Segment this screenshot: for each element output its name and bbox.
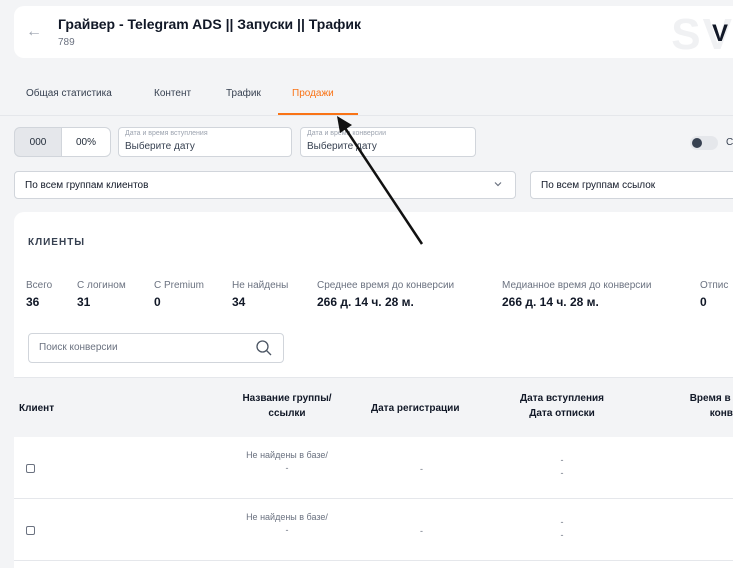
join-date-value: Выберите дату [125,141,195,152]
client-groups-select[interactable]: По всем группам клиентов [14,171,516,199]
col-channel-time[interactable]: Время в кан конверс [660,391,733,421]
table-row[interactable]: Не найдены в базе/ - - - - [14,499,733,561]
stat-label: С Premium [154,280,205,291]
segment-count-button[interactable]: 000 [14,127,62,157]
filter-toggle[interactable] [690,136,718,150]
col-group-line1: Название группы/ [242,393,332,404]
row-group: Не найдены в базе/ - [242,511,332,537]
col-client[interactable]: Клиент [19,401,54,416]
stat-label: Не найдены [232,280,289,291]
segment-percent-button[interactable]: 00% [61,127,111,157]
stat-label: С логином [77,280,126,291]
stat-value: 34 [232,295,246,309]
clients-title: КЛИЕНТЫ [28,237,86,248]
stat-value: 266 д. 14 ч. 28 м. [502,295,599,309]
row-checkbox[interactable] [26,526,35,535]
stat-value: 0 [700,295,707,309]
tab-bar: Общая статистика Контент Трафик Продажи [0,58,733,116]
join-date-label: Дата и время вступления [125,130,208,137]
stat-label: Всего [26,280,53,291]
stat-median-conversion-time: Медианное время до конверсии 266 д. 14 ч… [502,280,651,309]
active-tab-indicator [278,113,358,115]
join-date-picker[interactable]: Дата и время вступления Выберите дату [118,127,292,157]
col-time-line2: конверс [709,408,733,419]
stat-with-login: С логином 31 [77,280,126,309]
tab-general-stats[interactable]: Общая статистика [26,88,112,99]
toggle-label: С [726,137,733,148]
row-join: - [560,455,564,465]
client-groups-value: По всем группам клиентов [25,180,149,191]
clients-card: КЛИЕНТЫ Всего 36 С логином 31 С Premium … [14,212,733,568]
col-join-line1: Дата вступления [520,393,604,404]
conversion-date-picker[interactable]: Дата и время конверсии Выберите дату [300,127,476,157]
stat-value: 31 [77,295,91,309]
col-registration-date[interactable]: Дата регистрации [371,401,459,416]
col-time-line1: Время в кан [689,393,733,404]
page-subtitle: 789 [58,37,75,48]
row-leave: - [560,468,564,478]
page-title: Грайвер - Telegram ADS || Запуски || Тра… [58,16,361,32]
stat-label: Среднее время до конверсии [317,280,455,291]
row-group-line1: Не найдены в базе/ [246,512,328,522]
link-groups-value: По всем группам ссылок [541,180,656,191]
conversion-search-input[interactable] [39,342,239,353]
stat-value: 36 [26,295,40,309]
stat-unsubscribed: Отпис 0 [700,280,728,309]
col-group-line2: ссылки [268,408,306,419]
row-join-leave: - - [514,454,610,480]
stat-value: 266 д. 14 ч. 28 м. [317,295,414,309]
row-checkbox[interactable] [26,464,35,473]
row-join: - [560,517,564,527]
col-group[interactable]: Название группы/ ссылки [242,391,332,421]
row-group-line2: - [285,525,289,535]
toggle-knob [692,138,702,148]
link-groups-select[interactable]: По всем группам ссылок [530,171,733,199]
back-arrow-icon[interactable]: ← [26,23,42,41]
page-header: ← Грайвер - Telegram ADS || Запуски || Т… [14,6,733,59]
conversion-search[interactable] [28,333,284,363]
table-header: Клиент Название группы/ ссылки Дата реги… [14,377,733,437]
tab-traffic[interactable]: Трафик [226,88,261,99]
stat-label: Отпис [700,280,729,291]
conversion-date-value: Выберите дату [307,141,377,152]
stat-label: Медианное время до конверсии [502,280,652,291]
stat-premium: С Premium 0 [154,280,204,309]
row-join-leave: - - [514,516,610,542]
col-join-line2: Дата отписки [529,408,595,419]
row-reg-date: - [420,526,423,536]
row-group-line1: Не найдены в базе/ [246,450,328,460]
row-group-line2: - [285,463,289,473]
tab-sales[interactable]: Продажи [292,88,334,99]
stat-not-found: Не найдены 34 [232,280,288,309]
row-group: Не найдены в базе/ - [242,449,332,475]
stat-value: 0 [154,295,161,309]
stat-total: Всего 36 [26,280,52,309]
search-icon[interactable] [255,339,273,362]
tab-content[interactable]: Контент [154,88,191,99]
table-row[interactable]: Не найдены в базе/ - - - - [14,437,733,499]
stat-avg-conversion-time: Среднее время до конверсии 266 д. 14 ч. … [317,280,454,309]
chevron-down-icon [493,179,503,191]
row-leave: - [560,530,564,540]
conversion-date-label: Дата и время конверсии [307,130,386,137]
brand-logo-letter: V [712,20,729,47]
col-join-leave[interactable]: Дата вступления Дата отписки [514,391,610,421]
row-reg-date: - [420,464,423,474]
